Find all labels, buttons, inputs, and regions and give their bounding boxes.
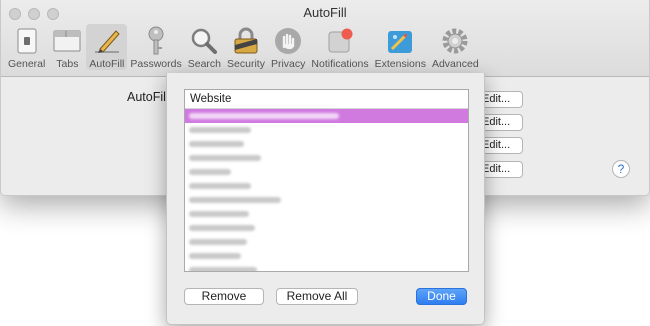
list-item[interactable] [185, 123, 468, 137]
toolbar-tabs-label: Tabs [56, 58, 79, 70]
redacted-website [189, 239, 247, 245]
toolbar-passwords[interactable]: Passwords [127, 24, 184, 70]
toolbar-advanced-label: Advanced [431, 58, 479, 70]
general-icon [11, 26, 43, 56]
redacted-website [189, 155, 261, 161]
website-column-header[interactable]: Website [185, 90, 468, 109]
redacted-website [189, 225, 255, 231]
title-bar: AutoFill General Tabs AutoFill Passwords… [1, 0, 649, 77]
key-icon [140, 26, 172, 56]
toolbar-privacy[interactable]: Privacy [268, 24, 308, 70]
autofill-pencil-icon [91, 26, 123, 56]
puzzle-icon [384, 26, 416, 56]
help-button[interactable]: ? [612, 160, 630, 178]
toolbar-autofill-label: AutoFill [89, 58, 125, 70]
remove-button[interactable]: Remove [184, 288, 264, 305]
list-item[interactable] [185, 165, 468, 179]
list-item[interactable] [185, 137, 468, 151]
list-item[interactable] [185, 235, 468, 249]
toolbar-extensions-label: Extensions [374, 58, 426, 70]
list-item[interactable] [185, 109, 468, 123]
toolbar-security[interactable]: Security [224, 24, 268, 70]
preferences-toolbar: General Tabs AutoFill Passwords Search S… [5, 24, 482, 72]
toolbar-passwords-label: Passwords [130, 58, 182, 70]
window-title: AutoFill [303, 5, 347, 20]
redacted-website [189, 197, 281, 203]
redacted-website [189, 113, 339, 119]
list-item[interactable] [185, 151, 468, 165]
redacted-website [189, 211, 249, 217]
redacted-website [189, 169, 231, 175]
toolbar-search[interactable]: Search [185, 24, 224, 70]
remove-all-button[interactable]: Remove All [276, 288, 358, 305]
website-list[interactable]: Website [184, 89, 469, 272]
toolbar-security-label: Security [227, 58, 265, 70]
list-item[interactable] [185, 207, 468, 221]
list-item[interactable] [185, 249, 468, 263]
hand-icon [272, 26, 304, 56]
toolbar-tabs[interactable]: Tabs [48, 24, 86, 70]
toolbar-extensions[interactable]: Extensions [372, 24, 429, 70]
list-item[interactable] [185, 263, 468, 271]
lock-icon [230, 26, 262, 56]
redacted-website [189, 183, 251, 189]
autofill-label: AutoFill [127, 90, 169, 104]
redacted-website [189, 141, 244, 147]
toolbar-search-label: Search [187, 58, 222, 70]
redacted-website [189, 127, 251, 133]
done-button[interactable]: Done [416, 288, 467, 305]
toolbar-notifications-label: Notifications [311, 58, 369, 70]
list-item[interactable] [185, 193, 468, 207]
redacted-website [189, 253, 241, 259]
toolbar-autofill[interactable]: AutoFill [86, 24, 128, 70]
autofill-websites-sheet: Website Remove Remove All Done [166, 73, 485, 325]
tabs-icon [51, 26, 83, 56]
toolbar-advanced[interactable]: Advanced [429, 24, 482, 70]
list-item[interactable] [185, 221, 468, 235]
toolbar-general-label: General [8, 58, 46, 70]
list-item[interactable] [185, 179, 468, 193]
redacted-website [189, 267, 257, 271]
notification-icon [324, 26, 356, 56]
toolbar-general[interactable]: General [5, 24, 48, 70]
toolbar-privacy-label: Privacy [270, 58, 306, 70]
gear-icon [439, 26, 471, 56]
magnifier-icon [188, 26, 220, 56]
toolbar-notifications[interactable]: Notifications [308, 24, 371, 70]
